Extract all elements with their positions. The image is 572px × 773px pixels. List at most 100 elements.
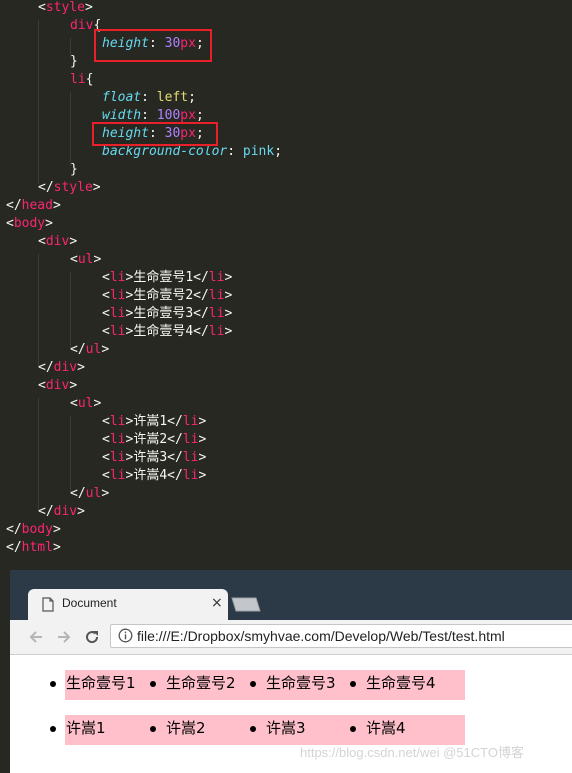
new-tab-button[interactable]	[228, 597, 262, 612]
bullet	[250, 681, 256, 687]
code-line: }	[70, 161, 78, 179]
code-token: >	[52, 198, 61, 213]
code-line: </ul>	[70, 341, 109, 359]
code-token: ul	[77, 252, 94, 267]
code-token: li	[109, 468, 126, 483]
code-token: <	[70, 252, 78, 267]
code-token: }	[70, 162, 78, 177]
forward-arrow-icon[interactable]	[55, 628, 73, 646]
code-line: <ul>	[70, 395, 101, 413]
bullet	[150, 726, 156, 732]
code-line: </style>	[38, 179, 101, 197]
code-token: body	[21, 522, 53, 537]
code-token: >	[77, 360, 85, 375]
browser-toolbar: file:///E:/Dropbox/smyhvae.com/Develop/W…	[10, 620, 572, 655]
code-token: div	[70, 18, 94, 33]
code-token: </	[193, 288, 209, 303]
code-token: li	[109, 306, 126, 321]
code-token: >	[45, 216, 53, 231]
code-line: <li>生命壹号2</li>	[102, 287, 232, 305]
code-token: li	[109, 288, 126, 303]
code-token: </	[70, 486, 86, 501]
code-line: <li>许嵩3</li>	[102, 449, 206, 467]
code-token: </	[70, 342, 86, 357]
code-token: >	[224, 324, 233, 339]
code-token: li	[109, 414, 126, 429]
code-token: </	[38, 504, 54, 519]
close-icon[interactable]: ×	[211, 595, 223, 611]
code-token: li	[70, 72, 86, 87]
code-token: 许嵩2	[133, 432, 168, 447]
code-token: >	[69, 234, 78, 249]
list-item: 生命壹号4	[350, 670, 465, 700]
code-line: </div>	[38, 503, 85, 521]
code-token: 生命壹号3	[133, 306, 194, 321]
code-token: <	[102, 324, 110, 339]
list-item-text: 生命壹号4	[366, 674, 436, 692]
code-token: <	[6, 216, 14, 231]
code-line: float: left;	[102, 89, 196, 107]
back-arrow-icon[interactable]	[27, 628, 45, 646]
code-token: ;	[274, 144, 283, 159]
code-token: background-color	[102, 144, 228, 159]
reload-icon[interactable]	[83, 628, 101, 646]
code-token: li	[208, 288, 225, 303]
code-token: >	[198, 414, 207, 429]
code-token: >	[93, 252, 102, 267]
list-item-text: 许嵩2	[166, 719, 206, 737]
code-token: 生命壹号4	[133, 324, 194, 339]
code-line: <div>	[38, 233, 77, 251]
code-line: <div>	[38, 377, 77, 395]
code-token: </	[6, 198, 22, 213]
code-editor[interactable]: <style> div{height: 30px;} li{float: left;…	[0, 0, 572, 566]
code-token: 许嵩1	[133, 414, 168, 429]
code-token: style	[45, 0, 85, 15]
code-token: :	[141, 90, 157, 105]
code-token: </	[38, 360, 54, 375]
bullet	[150, 681, 156, 687]
code-line: </head>	[6, 197, 61, 215]
address-bar[interactable]: file:///E:/Dropbox/smyhvae.com/Develop/W…	[110, 624, 572, 648]
code-line: <li>生命壹号3</li>	[102, 305, 232, 323]
code-line: </body>	[6, 521, 61, 539]
info-icon[interactable]	[118, 628, 133, 643]
code-token: >	[69, 378, 78, 393]
code-token: width	[102, 108, 142, 123]
list-item-text: 许嵩1	[66, 719, 106, 737]
code-token: >	[198, 450, 207, 465]
code-line: <li>生命壹号4</li>	[102, 323, 232, 341]
code-token: >	[52, 540, 61, 555]
code-token: >	[92, 180, 101, 195]
code-token: 生命壹号1	[133, 270, 194, 285]
code-token: <	[70, 396, 78, 411]
code-token: <	[102, 468, 110, 483]
code-token: <	[102, 306, 110, 321]
code-token: >	[77, 504, 85, 519]
bullet	[350, 726, 356, 732]
code-token: {	[85, 72, 94, 87]
code-token: </	[167, 414, 183, 429]
code-line: <li>许嵩2</li>	[102, 431, 206, 449]
url-text: file:///E:/Dropbox/smyhvae.com/Develop/W…	[137, 628, 505, 644]
code-token: 许嵩4	[133, 468, 168, 483]
code-token: 许嵩3	[133, 450, 168, 465]
code-line: <li>许嵩4</li>	[102, 467, 206, 485]
code-token: li	[109, 270, 126, 285]
indent-guide	[70, 92, 71, 166]
tab-document[interactable]: Document ×	[28, 589, 228, 620]
code-token: >	[198, 468, 207, 483]
code-token: >	[224, 270, 233, 285]
code-token: px	[180, 108, 196, 123]
code-token: style	[53, 180, 93, 195]
code-token: left	[156, 90, 189, 105]
code-token: head	[21, 198, 53, 213]
code-token: >	[198, 432, 207, 447]
indent-guide	[70, 272, 71, 348]
list-item-text: 生命壹号1	[66, 674, 136, 692]
code-token: 生命壹号2	[133, 288, 194, 303]
code-token: li	[109, 432, 126, 447]
code-token: ;	[188, 90, 196, 105]
list-item-text: 许嵩3	[266, 719, 306, 737]
bullet	[50, 726, 56, 732]
list-item-text: 许嵩4	[366, 719, 406, 737]
